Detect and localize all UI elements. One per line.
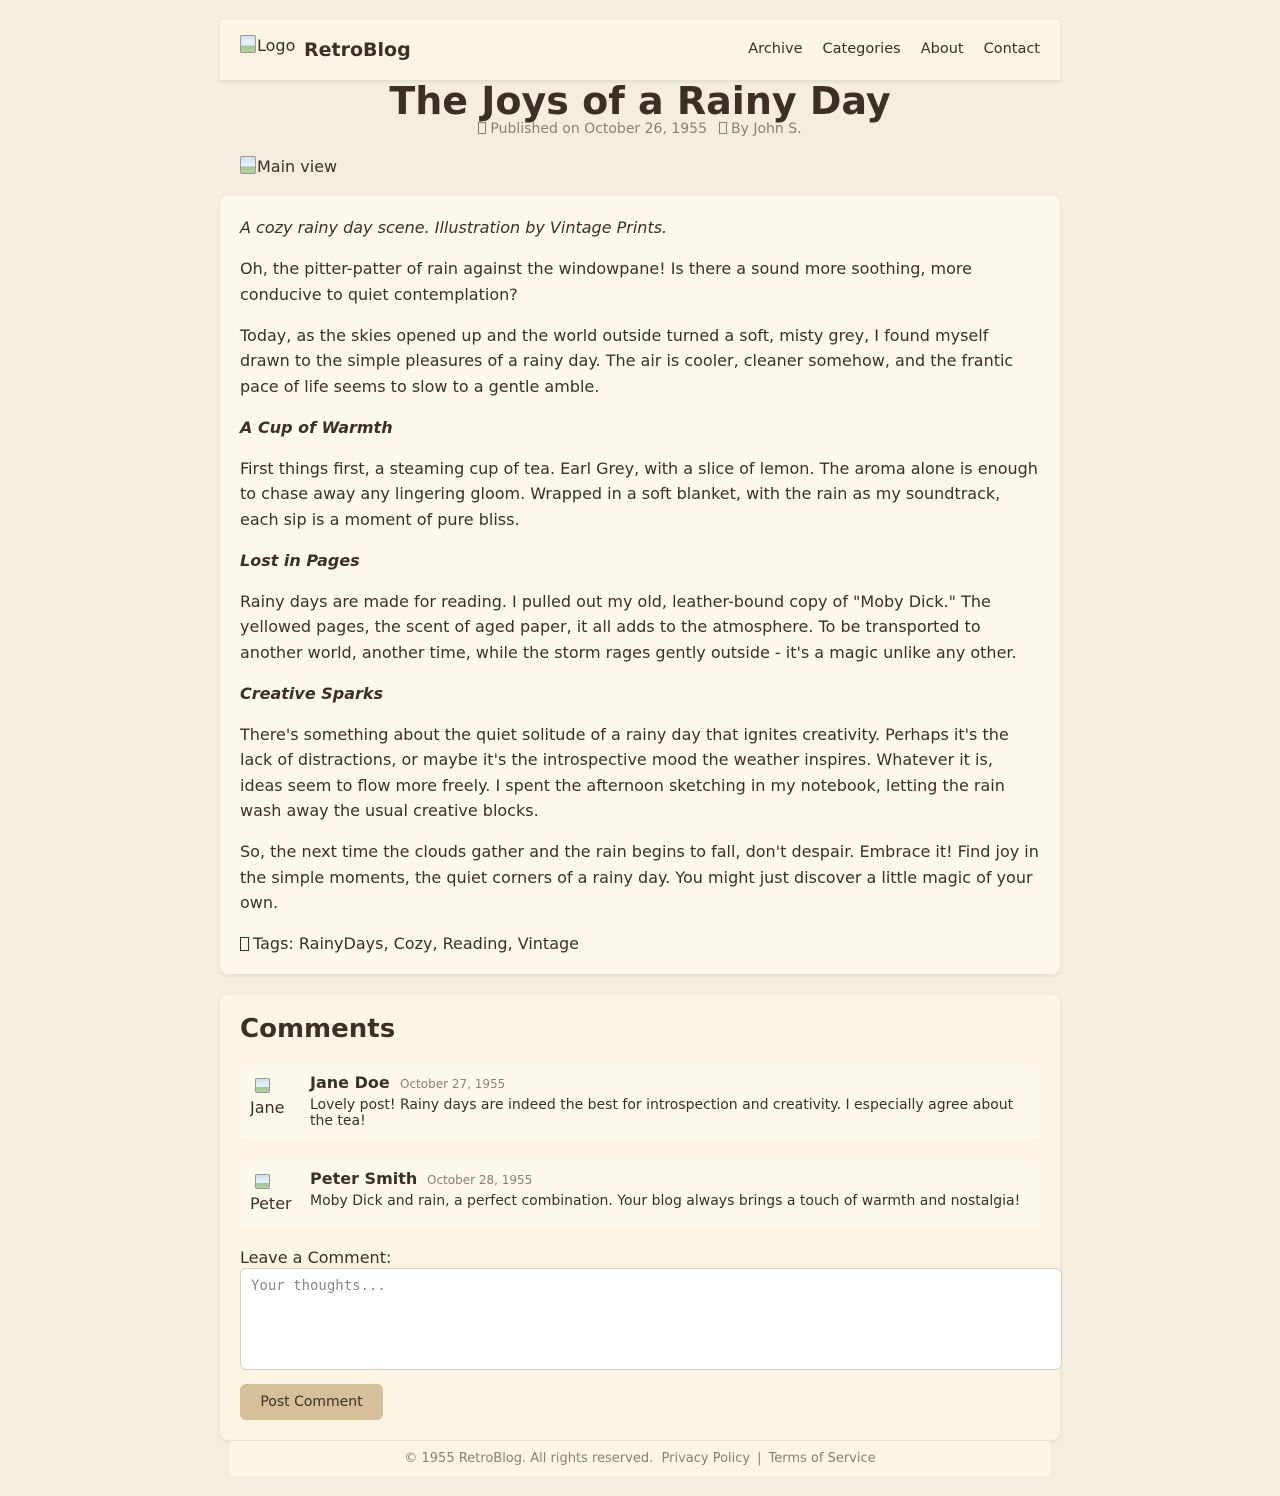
article-body: A cozy rainy day scene. Illustration by … <box>220 196 1060 974</box>
post-comment-button[interactable]: Post Comment <box>240 1384 383 1420</box>
comment-text: Lovely post! Rainy days are indeed the b… <box>310 1097 1014 1129</box>
broken-image-icon <box>240 156 256 174</box>
broken-image-icon <box>255 1174 270 1189</box>
broken-image-icon <box>240 35 256 53</box>
paragraph: Rainy days are made for reading. I pulle… <box>240 591 1017 662</box>
main-nav: Archive Categories About Contact <box>748 41 1040 57</box>
nav-about[interactable]: About <box>921 41 964 57</box>
image-caption: A cozy rainy day scene. Illustration by … <box>240 218 668 237</box>
paragraph: There's something about the quiet solitu… <box>240 724 1009 821</box>
user-icon <box>718 122 727 134</box>
terms-link[interactable]: Terms of Service <box>769 1451 876 1466</box>
comment-text: Moby Dick and rain, a perfect combinatio… <box>310 1193 1021 1209</box>
footer-separator: | <box>757 1451 762 1466</box>
avatar: Jane Doe <box>250 1075 295 1120</box>
section-heading: A Cup of Warmth <box>240 417 393 437</box>
comment-author: Peter Smith <box>310 1169 418 1188</box>
nav-contact[interactable]: Contact <box>984 41 1040 57</box>
calendar-icon <box>478 122 487 134</box>
site-footer: © 1955 RetroBlog. All rights reserved. P… <box>230 1441 1050 1476</box>
leave-comment-label: Leave a Comment: <box>240 1248 392 1267</box>
post-meta: Published on October 26, 1955 By John S. <box>220 121 1060 137</box>
section-heading: Creative Sparks <box>240 683 384 703</box>
comment-author: Jane Doe <box>310 1073 390 1092</box>
main-image: Main view <box>240 156 337 176</box>
nav-archive[interactable]: Archive <box>748 41 802 57</box>
section-heading: Lost in Pages <box>240 550 360 570</box>
comment-item: Peter Smith Peter Smith October 28, 1955… <box>240 1159 1040 1228</box>
comment-input[interactable] <box>240 1268 1062 1370</box>
published-date: Published on October 26, 1955 <box>490 121 707 137</box>
comments-heading: Comments <box>240 1014 396 1044</box>
avatar: Peter Smith <box>250 1171 295 1216</box>
tags-text: Tags: RainyDays, Cozy, Reading, Vintage <box>253 934 579 953</box>
comment-date: October 28, 1955 <box>427 1173 533 1187</box>
post-tags: Tags: RainyDays, Cozy, Reading, Vintage <box>240 931 1040 957</box>
author-name: By John S. <box>730 121 802 137</box>
paragraph: First things first, a steaming cup of te… <box>240 458 1038 529</box>
main-image-alt: Main view <box>257 157 338 176</box>
brand-name[interactable]: RetroBlog <box>304 39 411 61</box>
post-title: The Joys of a Rainy Day <box>389 79 891 123</box>
copyright-text: © 1955 RetroBlog. All rights reserved. <box>404 1451 654 1466</box>
avatar-alt: Jane Doe <box>250 1098 285 1117</box>
comment-item: Jane Doe Jane Doe October 27, 1955 Lovel… <box>240 1063 1040 1139</box>
comment-date: October 27, 1955 <box>400 1077 506 1091</box>
nav-categories[interactable]: Categories <box>823 41 901 57</box>
logo-alt-text: Logo <box>257 36 296 55</box>
paragraph: So, the next time the clouds gather and … <box>240 842 1039 912</box>
site-header: Logo RetroBlog Archive Categories About … <box>220 20 1060 80</box>
avatar-alt: Peter Smith <box>250 1194 292 1213</box>
paragraph: Oh, the pitter-patter of rain against th… <box>240 259 972 304</box>
broken-image-icon <box>255 1078 270 1093</box>
paragraph: Today, as the skies opened up and the wo… <box>240 325 1014 396</box>
privacy-policy-link[interactable]: Privacy Policy <box>662 1451 751 1466</box>
logo-image[interactable]: Logo <box>240 35 295 55</box>
comments-section: Comments Jane Doe Jane Doe October 27, 1… <box>220 995 1062 1440</box>
tag-icon <box>240 937 249 951</box>
